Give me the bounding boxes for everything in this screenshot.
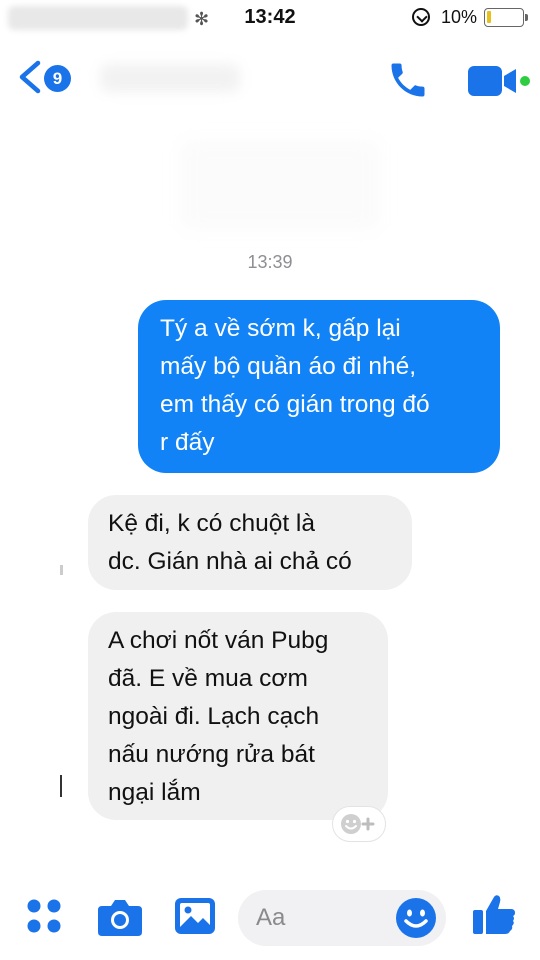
battery-icon <box>484 8 528 27</box>
incoming-message-bubble[interactable]: A chơi nốt ván Pubg đã. E về mua cơm ngo… <box>88 612 388 820</box>
outgoing-message-bubble[interactable]: Tý a về sớm k, gấp lại mấy bộ quần áo đi… <box>138 300 500 473</box>
phone-icon[interactable] <box>386 58 430 102</box>
avatar-redacted <box>60 775 62 797</box>
message-timestamp: 13:39 <box>247 252 293 272</box>
status-bar: ✻ 13:42 10% <box>0 0 540 36</box>
orientation-lock-icon <box>412 8 430 26</box>
emoji-icon[interactable] <box>394 896 438 940</box>
add-reaction-icon <box>341 814 375 834</box>
battery-percentage: 10% <box>441 7 478 27</box>
unread-count-badge[interactable]: 9 <box>44 65 71 92</box>
thumbs-up-icon[interactable] <box>470 892 518 938</box>
incoming-message-bubble[interactable]: Kệ đi, k có chuột là dc. Gián nhà ai chả… <box>88 495 412 590</box>
message-composer <box>0 880 540 960</box>
video-camera-icon[interactable] <box>466 64 532 98</box>
conversation-header: 9 <box>0 40 540 120</box>
avatar-redacted <box>60 565 63 575</box>
camera-icon[interactable] <box>96 894 144 938</box>
gallery-icon[interactable] <box>172 894 218 938</box>
add-reaction-button[interactable] <box>332 806 386 842</box>
apps-grid-icon[interactable] <box>22 894 66 938</box>
contact-info-redacted <box>180 140 380 230</box>
back-chevron-icon[interactable] <box>16 60 44 94</box>
contact-name-redacted[interactable] <box>100 64 240 92</box>
